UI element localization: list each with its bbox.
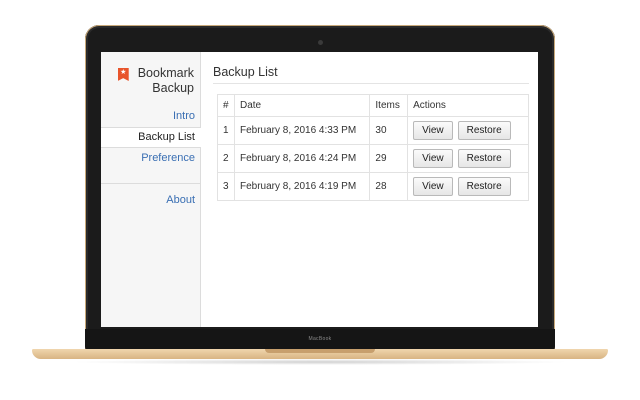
- column-header-date: Date: [233, 94, 371, 117]
- restore-button[interactable]: Restore: [457, 149, 511, 168]
- table-row: 1 February 8, 2016 4:33 PM 30 View Restor…: [217, 116, 529, 145]
- sidebar-item-preference[interactable]: Preference: [101, 148, 201, 169]
- camera-icon: [318, 40, 323, 45]
- app-name-line2: Backup: [152, 81, 194, 95]
- row-number: 3: [217, 172, 235, 201]
- star-bookmark-icon: ★: [117, 68, 129, 81]
- sidebar-item-backup-list[interactable]: Backup List: [101, 127, 201, 148]
- row-item-count: 29: [369, 144, 409, 173]
- sidebar-divider: [101, 183, 201, 184]
- main-content: Backup List # Date Items Actions 1 Febru…: [201, 52, 538, 327]
- backup-table: # Date Items Actions 1 February 8, 2016 …: [217, 94, 529, 201]
- restore-button[interactable]: Restore: [457, 177, 511, 196]
- row-item-count: 30: [369, 116, 409, 145]
- row-number: 2: [217, 144, 235, 173]
- row-date: February 8, 2016 4:19 PM: [233, 172, 371, 201]
- view-button[interactable]: View: [413, 177, 453, 196]
- app-name-line1: Bookmark: [137, 66, 194, 80]
- row-date: February 8, 2016 4:33 PM: [233, 116, 371, 145]
- sidebar-item-about[interactable]: About: [101, 190, 201, 211]
- view-button[interactable]: View: [413, 121, 453, 140]
- column-header-actions: Actions: [407, 94, 529, 117]
- sidebar-item-intro[interactable]: Intro: [101, 106, 201, 127]
- sidebar-nav: Intro Backup List Preference About: [101, 106, 201, 211]
- title-divider: [213, 83, 529, 84]
- table-row: 2 February 8, 2016 4:24 PM 29 View Restor…: [217, 144, 529, 173]
- row-number: 1: [217, 116, 235, 145]
- laptop-shadow: [70, 359, 570, 365]
- app-logo: ★ Bookmark Backup: [117, 66, 194, 96]
- row-actions: View Restore: [407, 116, 529, 145]
- row-item-count: 28: [369, 172, 409, 201]
- laptop-base-notch: [265, 349, 375, 353]
- restore-button[interactable]: Restore: [457, 121, 511, 140]
- sidebar: ★ Bookmark Backup Intro Backup List Pref…: [101, 52, 201, 327]
- app-screen: ★ Bookmark Backup Intro Backup List Pref…: [101, 52, 538, 327]
- column-header-items: Items: [369, 94, 409, 117]
- view-button[interactable]: View: [413, 149, 453, 168]
- table-row: 3 February 8, 2016 4:19 PM 28 View Restor…: [217, 172, 529, 201]
- laptop-brand-text: MacBook: [308, 336, 332, 342]
- column-header-number: #: [217, 94, 235, 117]
- row-actions: View Restore: [407, 172, 529, 201]
- row-actions: View Restore: [407, 144, 529, 173]
- page-title: Backup List: [213, 65, 278, 79]
- table-header-row: # Date Items Actions: [217, 94, 529, 117]
- row-date: February 8, 2016 4:24 PM: [233, 144, 371, 173]
